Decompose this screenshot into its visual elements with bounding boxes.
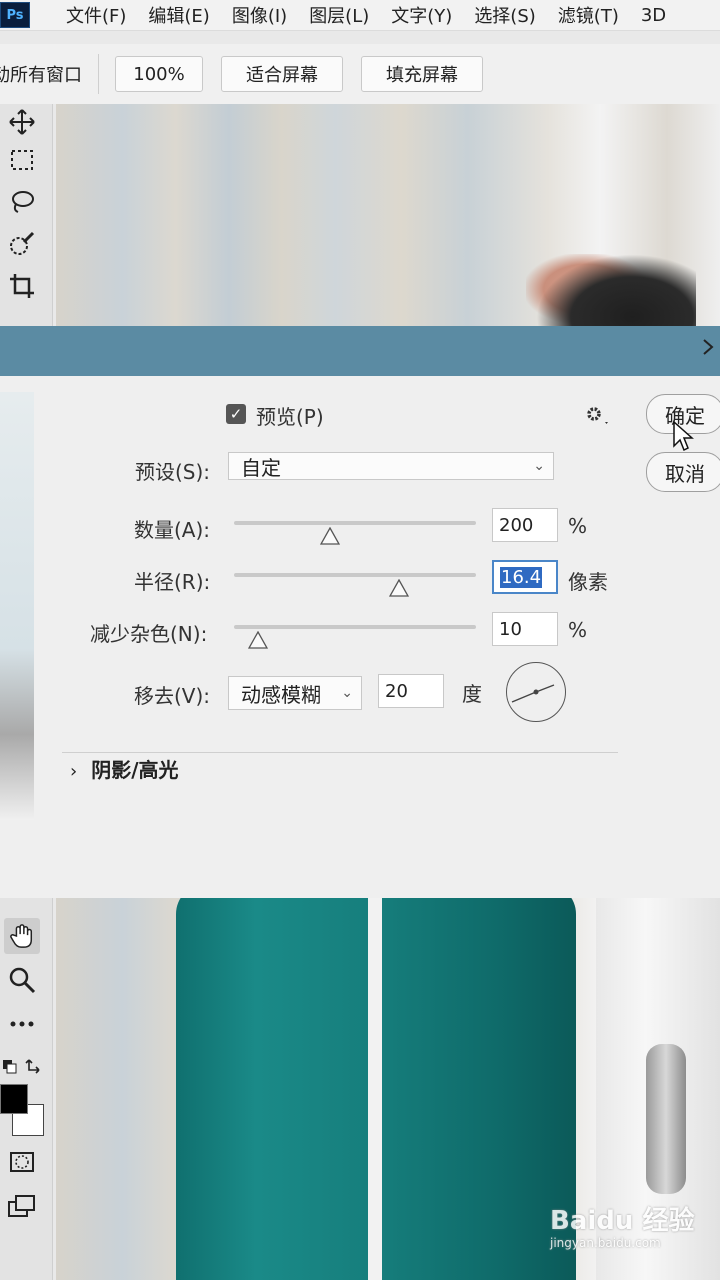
crop-icon[interactable] [4,268,40,304]
angle-unit: 度 [462,682,482,706]
radius-input[interactable]: 16.4 [492,560,558,594]
move-icon[interactable] [4,104,40,140]
radius-unit: 像素 [568,570,608,594]
menu-bar: Ps 文件(F) 编辑(E) 图像(I) 图层(L) 文字(Y) 选择(S) 滤… [0,0,720,31]
reduce-noise-slider-track[interactable] [234,625,476,629]
shadows-highlights-section[interactable]: › 阴影/高光 [70,754,179,783]
chevron-down-icon: ⌄ [533,458,545,474]
photo-zipper [368,884,382,1280]
menu-layer[interactable]: 图层(L) [309,2,369,28]
scroll-all-windows-label[interactable]: 动所有窗口 [0,61,82,87]
fill-screen-button[interactable]: 填充屏幕 [361,56,483,92]
radius-label: 半径(R): [134,570,211,594]
baidu-watermark: Baidu 经验 [550,1206,695,1236]
amount-unit: % [568,514,588,538]
hand-icon[interactable] [4,918,40,954]
radius-value: 16.4 [500,566,543,588]
radius-slider-track[interactable] [234,573,476,577]
options-bar: 动所有窗口 100% 适合屏幕 填充屏幕 [0,44,720,104]
zoom-icon[interactable] [4,962,40,998]
preview-checkbox[interactable]: ✓ [226,404,246,424]
marquee-icon[interactable] [4,142,40,178]
close-icon[interactable] [700,336,718,364]
menu-type[interactable]: 文字(Y) [391,2,452,28]
options-separator [98,54,99,94]
remove-label: 移去(V): [134,684,211,708]
menu-select[interactable]: 选择(S) [474,2,535,28]
menu-image[interactable]: 图像(I) [232,2,287,28]
angle-input[interactable]: 20 [378,674,444,708]
quick-mask-icon[interactable] [4,1144,40,1180]
menu-filter[interactable]: 滤镜(T) [558,2,619,28]
photo-door-handle [646,1044,686,1194]
menu-file[interactable]: 文件(F) [66,2,126,28]
mouse-pointer-icon [672,420,694,458]
dialog-title-bar[interactable] [0,326,720,376]
amount-input[interactable]: 200 [492,508,558,542]
remove-select[interactable]: 动感模糊 ⌄ [228,676,362,710]
reduce-noise-unit: % [568,618,588,642]
menu-edit[interactable]: 编辑(E) [148,2,209,28]
chevron-down-icon: ⌄ [341,685,353,701]
photoshop-logo: Ps [0,2,30,28]
screen-mode-icon[interactable] [4,1188,40,1224]
lasso-icon[interactable] [4,184,40,220]
gear-icon[interactable] [584,402,612,434]
swap-colors-icon[interactable] [2,1048,48,1084]
shadows-highlights-label: 阴影/高光 [91,758,179,782]
reduce-noise-label: 减少杂色(N): [90,622,208,646]
amount-slider-track[interactable] [234,521,476,525]
fit-screen-button[interactable]: 适合屏幕 [221,56,343,92]
baidu-watermark-url: jingyan.baidu.com [550,1236,661,1250]
menu-3d[interactable]: 3D [641,5,666,26]
zoom-100-button[interactable]: 100% [115,56,203,92]
section-divider [62,752,618,753]
remove-value: 动感模糊 [241,682,321,707]
more-tools-icon[interactable] [4,1006,40,1042]
reduce-noise-input[interactable]: 10 [492,612,558,646]
preview-label: 预览(P) [256,405,324,429]
cancel-button[interactable]: 取消 [646,452,720,492]
preset-label: 预设(S): [135,460,211,484]
preset-value: 自定 [241,455,281,480]
amount-label: 数量(A): [134,518,211,542]
smart-sharpen-dialog: ✓ 预览(P) 确定 取消 预设(S): 自定 ⌄ 数量(A): 200 % 半… [0,376,720,898]
chevron-right-icon: › [70,761,78,782]
preview-thumbnail[interactable] [0,392,34,820]
preset-select[interactable]: 自定 ⌄ [228,452,554,480]
foreground-color-swatch[interactable] [0,1084,28,1114]
angle-dial[interactable] [506,662,566,722]
quick-select-icon[interactable] [4,226,40,262]
